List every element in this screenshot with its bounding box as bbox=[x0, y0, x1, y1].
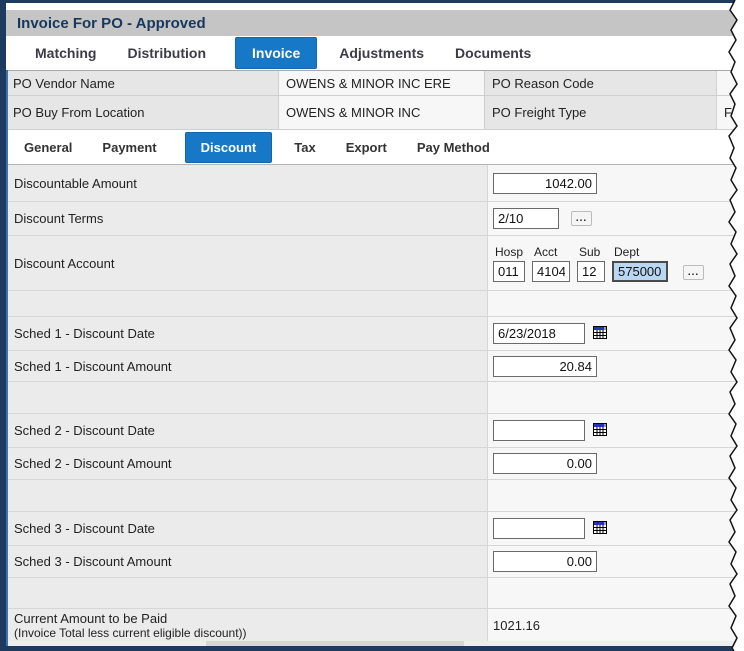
current-amount-label: Current Amount to be Paid bbox=[14, 611, 167, 626]
sched1-amount-input[interactable] bbox=[493, 356, 597, 377]
sched3-amount-input[interactable] bbox=[493, 551, 597, 572]
po-info-table: PO Vendor Name OWENS & MINOR INC ERE PO … bbox=[6, 70, 744, 130]
tab-payment[interactable]: Payment bbox=[100, 133, 158, 162]
po-buy-from-location-value: OWENS & MINOR INC bbox=[278, 96, 485, 130]
spacer-row bbox=[6, 480, 744, 512]
current-amount-value: 1021.16 bbox=[493, 618, 540, 633]
current-amount-row: Current Amount to be Paid (Invoice Total… bbox=[6, 609, 744, 642]
discountable-amount-label: Discountable Amount bbox=[6, 165, 487, 202]
tab-export[interactable]: Export bbox=[344, 133, 389, 162]
discount-terms-label: Discount Terms bbox=[6, 202, 487, 236]
sched3-amount-row: Sched 3 - Discount Amount bbox=[6, 546, 744, 578]
sched2-date-row: Sched 2 - Discount Date bbox=[6, 414, 744, 448]
sched3-date-row: Sched 3 - Discount Date bbox=[6, 512, 744, 546]
app-window: Invoice For PO - Approved Matching Distr… bbox=[0, 0, 744, 651]
sched1-date-row: Sched 1 - Discount Date bbox=[6, 317, 744, 351]
sched1-calendar-button[interactable] bbox=[592, 326, 607, 341]
acct-field-label: Acct bbox=[532, 245, 570, 259]
discount-terms-input[interactable] bbox=[493, 208, 559, 229]
tab-tax[interactable]: Tax bbox=[292, 133, 317, 162]
page-title: Invoice For PO - Approved bbox=[6, 10, 744, 36]
tab-adjustments[interactable]: Adjustments bbox=[337, 38, 426, 68]
po-freight-type-label: PO Freight Type bbox=[485, 96, 716, 130]
po-vendor-name-label: PO Vendor Name bbox=[6, 71, 278, 96]
sched2-date-input[interactable] bbox=[493, 420, 585, 441]
sched1-date-input[interactable] bbox=[493, 323, 585, 344]
dept-field-label: Dept bbox=[612, 245, 668, 259]
po-reason-code-label: PO Reason Code bbox=[485, 71, 716, 96]
torn-edge-decoration bbox=[714, 0, 744, 651]
current-amount-sublabel: (Invoice Total less current eligible dis… bbox=[14, 626, 247, 640]
hosp-field-label: Hosp bbox=[493, 245, 525, 259]
sched3-amount-label: Sched 3 - Discount Amount bbox=[6, 546, 487, 578]
po-vendor-name-value: OWENS & MINOR INC ERE bbox=[278, 71, 485, 96]
tab-general[interactable]: General bbox=[22, 133, 74, 162]
main-tab-bar: Matching Distribution Invoice Adjustment… bbox=[6, 36, 744, 70]
hosp-field[interactable] bbox=[493, 261, 525, 282]
sub-field[interactable] bbox=[577, 261, 605, 282]
spacer-row bbox=[6, 578, 744, 609]
discount-account-lookup-button[interactable]: ... bbox=[683, 265, 704, 280]
dept-field[interactable] bbox=[612, 261, 668, 282]
discountable-amount-input[interactable] bbox=[493, 173, 597, 194]
window-border-bottom bbox=[0, 646, 744, 651]
tab-distribution[interactable]: Distribution bbox=[125, 38, 208, 68]
tab-pay-method[interactable]: Pay Method bbox=[415, 133, 492, 162]
spacer-row bbox=[6, 382, 744, 414]
sched2-amount-row: Sched 2 - Discount Amount bbox=[6, 448, 744, 480]
tab-discount[interactable]: Discount bbox=[185, 132, 273, 163]
sched1-amount-row: Sched 1 - Discount Amount bbox=[6, 351, 744, 382]
tab-documents[interactable]: Documents bbox=[453, 38, 533, 68]
discountable-amount-row: Discountable Amount bbox=[6, 165, 744, 202]
calendar-icon bbox=[593, 423, 607, 437]
inner-left-accent bbox=[6, 70, 8, 646]
sched1-amount-label: Sched 1 - Discount Amount bbox=[6, 351, 487, 382]
sched3-date-input[interactable] bbox=[493, 518, 585, 539]
sched2-amount-input[interactable] bbox=[493, 453, 597, 474]
discount-form: Discountable Amount Discount Terms ... D… bbox=[6, 164, 744, 642]
po-buy-from-location-label: PO Buy From Location bbox=[6, 96, 278, 130]
invoice-sub-tab-bar: General Payment Discount Tax Export Pay … bbox=[6, 131, 744, 164]
discount-account-label: Discount Account bbox=[6, 236, 487, 291]
sub-field-label: Sub bbox=[577, 245, 605, 259]
tab-invoice[interactable]: Invoice bbox=[235, 37, 317, 69]
sched2-calendar-button[interactable] bbox=[592, 423, 607, 438]
sched1-date-label: Sched 1 - Discount Date bbox=[6, 317, 487, 351]
discount-terms-row: Discount Terms ... bbox=[6, 202, 744, 236]
acct-field[interactable] bbox=[532, 261, 570, 282]
spacer-row bbox=[6, 291, 744, 317]
discount-terms-lookup-button[interactable]: ... bbox=[571, 211, 592, 226]
sched2-date-label: Sched 2 - Discount Date bbox=[6, 414, 487, 448]
calendar-icon bbox=[593, 521, 607, 535]
sched2-amount-label: Sched 2 - Discount Amount bbox=[6, 448, 487, 480]
calendar-icon bbox=[593, 326, 607, 340]
tab-matching[interactable]: Matching bbox=[33, 38, 98, 68]
sched3-date-label: Sched 3 - Discount Date bbox=[6, 512, 487, 546]
sched3-calendar-button[interactable] bbox=[592, 521, 607, 536]
discount-account-row: Discount Account Hosp Acct Sub bbox=[6, 236, 744, 291]
ellipsis-icon: ... bbox=[576, 213, 587, 224]
ellipsis-icon: ... bbox=[688, 267, 699, 278]
window-border-top bbox=[0, 0, 744, 3]
